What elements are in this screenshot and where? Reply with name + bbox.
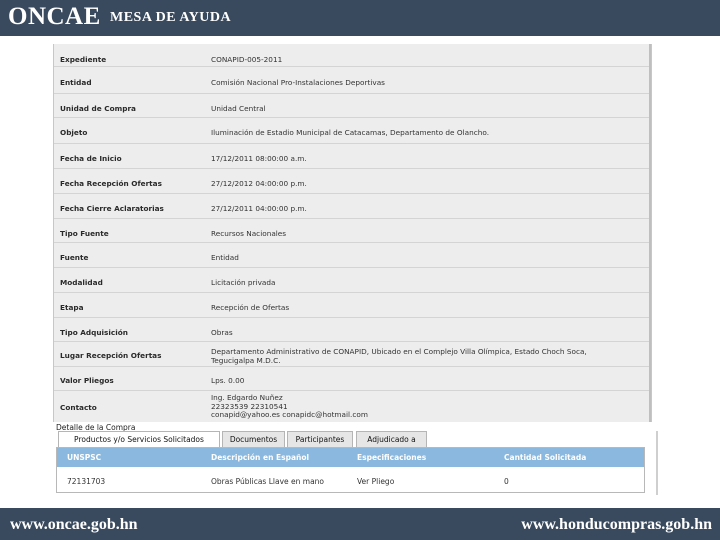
detail-value: Licitación privada xyxy=(211,278,276,287)
detail-row-expediente: Expediente CONAPID-005-2011 xyxy=(54,44,651,67)
brand-subtitle: MESA DE AYUDA xyxy=(110,10,232,25)
detail-row-contacto: Contacto Ing. Edgardo Nuñez 22323539 223… xyxy=(54,391,651,422)
detail-label: Entidad xyxy=(60,78,92,87)
detail-label: Objeto xyxy=(60,128,88,137)
cell-unspsc: 72131703 xyxy=(67,477,106,486)
detail-label: Expediente xyxy=(60,55,107,64)
detail-row-unidad: Unidad de Compra Unidad Central xyxy=(54,94,651,118)
detail-label: Unidad de Compra xyxy=(60,104,136,113)
detail-row-entidad: Entidad Comisión Nacional Pro-Instalacio… xyxy=(54,67,651,94)
tab-documentos[interactable]: Documentos xyxy=(222,431,285,448)
column-header-cantidad[interactable]: Cantidad Solicitada xyxy=(504,453,586,462)
detail-row-fecha-cierre: Fecha Cierre Aclaratorias 27/12/2011 04:… xyxy=(54,194,651,219)
column-header-descripcion[interactable]: Descripción en Español xyxy=(211,453,309,462)
detail-label: Fuente xyxy=(60,253,89,262)
detail-value: 27/12/2012 04:00:00 p.m. xyxy=(211,179,307,188)
detail-label: Tipo Fuente xyxy=(60,229,109,238)
cell-cantidad: 0 xyxy=(504,477,509,486)
detail-value: Recepción de Ofertas xyxy=(211,303,290,312)
detail-value: Lps. 0.00 xyxy=(211,376,245,385)
detail-row-valor-pliegos: Valor Pliegos Lps. 0.00 xyxy=(54,367,651,391)
honducompras-url-link[interactable]: www.honducompras.gob.hn xyxy=(521,516,712,534)
detail-label: Lugar Recepción Ofertas xyxy=(60,351,162,360)
tab-participantes[interactable]: Participantes xyxy=(287,431,353,448)
column-header-especificaciones[interactable]: Especificaciones xyxy=(357,453,426,462)
tab-adjudicado[interactable]: Adjudicado a xyxy=(356,431,427,448)
column-header-unspsc[interactable]: UNSPSC xyxy=(67,453,101,462)
detail-value: Iluminación de Estadio Municipal de Cata… xyxy=(211,128,490,137)
detail-value: Departamento Administrativo de CONAPID, … xyxy=(211,347,587,365)
oncae-url-link[interactable]: www.oncae.gob.hn xyxy=(10,516,138,534)
detail-row-tipo-adquisicion: Tipo Adquisición Obras xyxy=(54,318,651,342)
procurement-details-panel: Expediente CONAPID-005-2011 Entidad Comi… xyxy=(53,44,652,422)
header-band: ONCAE MESA DE AYUDA xyxy=(0,0,720,36)
detail-row-fecha-inicio: Fecha de Inicio 17/12/2011 08:00:00 a.m. xyxy=(54,144,651,169)
cell-descripcion: Obras Públicas Llave en mano xyxy=(211,477,325,486)
tab-productos[interactable]: Productos y/o Servicios Solicitados xyxy=(58,431,220,448)
detail-label: Valor Pliegos xyxy=(60,376,114,385)
detail-value: Obras xyxy=(211,328,233,337)
detail-row-fecha-recepcion: Fecha Recepción Ofertas 27/12/2012 04:00… xyxy=(54,169,651,194)
detail-row-objeto: Objeto Iluminación de Estadio Municipal … xyxy=(54,118,651,144)
detail-value: CONAPID-005-2011 xyxy=(211,55,283,64)
detail-label: Fecha Recepción Ofertas xyxy=(60,179,162,188)
brand-logo: ONCAE xyxy=(8,3,101,30)
detail-value: Unidad Central xyxy=(211,104,266,113)
table-header: UNSPSC Descripción en Español Especifica… xyxy=(57,448,644,467)
detail-label: Etapa xyxy=(60,303,84,312)
cell-especificaciones: Ver Pliego xyxy=(357,477,395,486)
detail-value: 17/12/2011 08:00:00 a.m. xyxy=(211,154,307,163)
scrollbar[interactable] xyxy=(656,431,658,495)
detail-value: Ing. Edgardo Nuñez 22323539 22310541 con… xyxy=(211,393,368,419)
detail-label: Fecha Cierre Aclaratorias xyxy=(60,204,164,213)
detail-row-fuente: Fuente Entidad xyxy=(54,243,651,268)
detail-label: Modalidad xyxy=(60,278,103,287)
detail-value: Recursos Nacionales xyxy=(211,229,287,238)
detail-label: Tipo Adquisición xyxy=(60,328,128,337)
detail-label: Fecha de Inicio xyxy=(60,154,122,163)
detail-value: 27/12/2011 04:00:00 p.m. xyxy=(211,204,307,213)
detail-row-etapa: Etapa Recepción de Ofertas xyxy=(54,293,651,318)
detail-tabs: Productos y/o Servicios Solicitados Docu… xyxy=(56,431,656,448)
scrollbar[interactable] xyxy=(649,44,651,422)
footer-band: www.oncae.gob.hn www.honducompras.gob.hn xyxy=(0,508,720,540)
detail-row-tipo-fuente: Tipo Fuente Recursos Nacionales xyxy=(54,219,651,243)
detail-value: Entidad xyxy=(211,253,239,262)
detail-row-modalidad: Modalidad Licitación privada xyxy=(54,268,651,293)
detail-label: Contacto xyxy=(60,403,97,412)
products-table: UNSPSC Descripción en Español Especifica… xyxy=(56,447,645,493)
detail-row-lugar-recepcion: Lugar Recepción Ofertas Departamento Adm… xyxy=(54,342,651,367)
detail-value: Comisión Nacional Pro-Instalaciones Depo… xyxy=(211,78,385,87)
